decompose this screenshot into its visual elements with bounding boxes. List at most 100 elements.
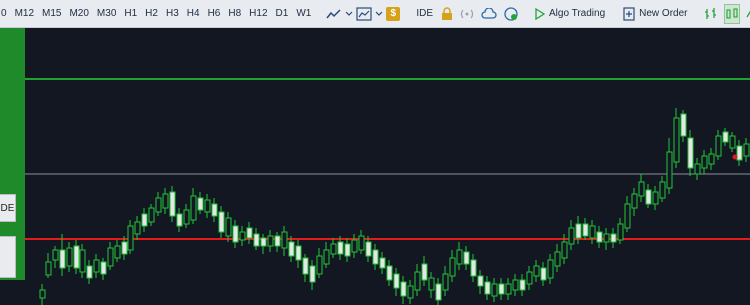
bear-candle xyxy=(400,281,407,297)
bull-candle xyxy=(39,289,46,299)
timeframe-m30[interactable]: M30 xyxy=(93,0,120,27)
bear-candle xyxy=(100,261,107,275)
line-wave-icon[interactable] xyxy=(745,5,750,23)
bull-candle xyxy=(134,221,141,235)
bull-candle xyxy=(652,191,659,205)
candlestick-canvas xyxy=(0,78,750,305)
bear-candle xyxy=(575,223,582,239)
bear-candle xyxy=(470,259,477,277)
bear-candle xyxy=(477,275,484,287)
timeframe-group: 0 M12 M15 M20 M30 H1 H2 H3 H4 H6 H8 H12 D1 W1 xyxy=(0,0,315,27)
bull-candle xyxy=(512,279,519,291)
timeframe-h2[interactable]: H2 xyxy=(141,0,162,27)
timeframe-w1[interactable]: W1 xyxy=(292,0,315,27)
bull-candle xyxy=(673,117,680,163)
bull-candle xyxy=(624,203,631,229)
new-order-label: New Order xyxy=(639,8,688,19)
bull-candle xyxy=(183,209,190,225)
bear-candle xyxy=(309,265,316,283)
line-chart-icon[interactable] xyxy=(326,5,342,23)
bar-chart-icon[interactable] xyxy=(704,5,718,23)
bull-candle xyxy=(729,135,736,149)
ide-button[interactable]: IDE xyxy=(411,3,438,25)
bull-candle xyxy=(701,155,708,169)
chart-type-icon[interactable] xyxy=(356,5,372,23)
bull-candle xyxy=(45,261,52,276)
bear-candle xyxy=(435,283,442,301)
bear-candle xyxy=(197,197,204,211)
bear-candle xyxy=(372,249,379,265)
bear-candle xyxy=(176,213,183,227)
ide-panel-button-label: DE xyxy=(0,202,15,214)
bear-candle xyxy=(295,245,302,261)
timeframe-h8[interactable]: H8 xyxy=(224,0,245,27)
timeframe-h12[interactable]: H12 xyxy=(245,0,271,27)
bull-candle xyxy=(442,273,449,291)
bear-candle xyxy=(582,223,589,237)
timeframe-m20[interactable]: M20 xyxy=(65,0,92,27)
bear-candle xyxy=(519,279,526,291)
timeframe-d1[interactable]: D1 xyxy=(272,0,293,27)
bear-candle xyxy=(218,211,225,233)
bull-candle xyxy=(323,249,330,265)
bear-candle xyxy=(86,265,93,279)
timeframe-h3[interactable]: H3 xyxy=(162,0,183,27)
bull-candle xyxy=(127,225,134,251)
bull-candle xyxy=(351,239,358,253)
bull-candle xyxy=(491,283,498,297)
panel-button[interactable] xyxy=(0,236,16,278)
signal-icon[interactable] xyxy=(459,5,475,23)
chevron-down-icon[interactable] xyxy=(345,5,353,23)
bull-candle xyxy=(162,193,169,209)
bull-candle xyxy=(204,199,211,213)
new-order-button[interactable]: New Order xyxy=(618,3,692,25)
bull-candle xyxy=(407,285,414,299)
bull-candle xyxy=(358,235,365,251)
price-chart[interactable]: DE xyxy=(0,28,750,305)
chart-toolbar: 0 M12 M15 M20 M30 H1 H2 H3 H4 H6 H8 H12 D1 W1 $ IDE A… xyxy=(0,0,750,28)
algo-trading-button[interactable]: Algo Trading xyxy=(530,3,610,25)
bear-candle xyxy=(302,257,309,275)
bull-candle xyxy=(659,181,666,199)
bear-candle xyxy=(421,263,428,281)
timeframe-0[interactable]: 0 xyxy=(0,0,11,27)
timeframe-h4[interactable]: H4 xyxy=(183,0,204,27)
bull-candle xyxy=(533,265,540,277)
bull-candle xyxy=(267,235,274,247)
timeframe-m15[interactable]: M15 xyxy=(38,0,65,27)
bear-candle xyxy=(274,235,281,247)
bear-candle xyxy=(484,281,491,295)
bear-candle xyxy=(365,241,372,257)
chevron-down-icon[interactable] xyxy=(375,5,383,23)
bear-candle xyxy=(337,241,344,255)
bull-candle xyxy=(155,197,162,213)
bear-candle xyxy=(736,145,743,161)
bear-candle xyxy=(540,267,547,281)
play-icon xyxy=(535,7,545,20)
bull-candle xyxy=(568,227,575,245)
candles-icon[interactable] xyxy=(723,3,740,24)
vps-icon[interactable] xyxy=(503,5,519,23)
bear-candle xyxy=(596,231,603,243)
bull-candle xyxy=(666,151,673,189)
lock-icon[interactable] xyxy=(441,5,453,23)
bull-candle xyxy=(107,247,114,267)
bull-candle xyxy=(561,241,568,259)
ide-panel-button[interactable]: DE xyxy=(0,194,16,222)
bull-candle xyxy=(190,195,197,221)
bull-candle xyxy=(449,257,456,277)
bull-candle xyxy=(225,217,232,237)
cloud-icon[interactable] xyxy=(481,5,497,23)
bull-candle xyxy=(66,247,73,267)
bear-candle xyxy=(386,265,393,281)
bull-candle xyxy=(428,277,435,291)
bear-candle xyxy=(73,245,80,269)
timeframe-h1[interactable]: H1 xyxy=(120,0,141,27)
timeframe-h6[interactable]: H6 xyxy=(204,0,225,27)
bear-candle xyxy=(260,237,267,247)
current-price-marker xyxy=(732,154,738,160)
bear-candle xyxy=(393,273,400,289)
timeframe-m12[interactable]: M12 xyxy=(11,0,38,27)
bull-candle xyxy=(617,223,624,241)
dollar-icon[interactable]: $ xyxy=(386,5,401,23)
